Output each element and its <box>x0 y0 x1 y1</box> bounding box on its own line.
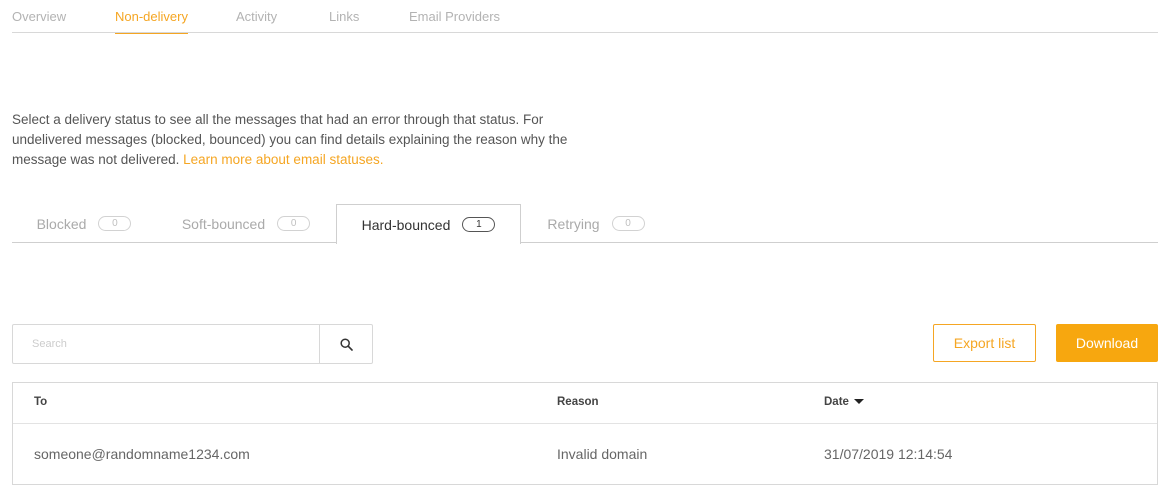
status-tab-label: Hard-bounced <box>361 216 451 233</box>
status-count-badge: 0 <box>98 216 132 231</box>
tab-links[interactable]: Links <box>329 9 359 24</box>
status-tab-label: Blocked <box>36 215 87 232</box>
sort-descending-icon <box>853 399 864 405</box>
column-header-to[interactable]: To <box>34 396 47 408</box>
status-count-badge: 0 <box>611 216 645 231</box>
table-row[interactable]: someone@randomname1234.com Invalid domai… <box>13 424 1157 485</box>
download-button[interactable]: Download <box>1056 324 1158 362</box>
status-tabs: Blocked 0 Soft-bounced 0 Hard-bounced 1 … <box>12 204 1158 244</box>
search-input[interactable] <box>13 325 319 363</box>
learn-more-link[interactable]: Learn more about email statuses. <box>183 152 383 167</box>
tab-non-delivery[interactable]: Non-delivery <box>115 9 188 34</box>
top-nav-tabs: Overview Non-delivery Activity Links Ema… <box>12 0 1158 34</box>
table-header: To Reason Date <box>13 383 1157 424</box>
tab-activity[interactable]: Activity <box>236 9 277 24</box>
status-tab-hard-bounced[interactable]: Hard-bounced 1 <box>336 204 521 244</box>
column-header-reason[interactable]: Reason <box>557 396 599 408</box>
export-list-button[interactable]: Export list <box>933 324 1036 362</box>
search-box <box>12 324 373 364</box>
search-icon <box>339 337 353 351</box>
messages-table: To Reason Date someone@randomname1234.co… <box>12 382 1158 485</box>
cell-to: someone@randomname1234.com <box>34 446 250 462</box>
status-tab-blocked[interactable]: Blocked 0 <box>12 204 156 243</box>
search-button[interactable] <box>319 325 372 363</box>
status-tab-label: Soft-bounced <box>181 215 266 232</box>
status-count-badge: 1 <box>462 217 496 232</box>
page-description: Select a delivery status to see all the … <box>12 110 572 170</box>
status-tab-soft-bounced[interactable]: Soft-bounced 0 <box>156 204 336 243</box>
status-count-badge: 0 <box>277 216 311 231</box>
column-header-date-label: Date <box>824 396 849 408</box>
tab-email-providers[interactable]: Email Providers <box>409 9 500 24</box>
column-header-date[interactable]: Date <box>824 396 864 408</box>
tab-overview[interactable]: Overview <box>12 9 66 24</box>
cell-date: 31/07/2019 12:14:54 <box>824 446 953 462</box>
status-tab-label: Retrying <box>547 215 600 232</box>
cell-reason: Invalid domain <box>557 446 648 462</box>
status-tab-retrying[interactable]: Retrying 0 <box>521 204 671 243</box>
